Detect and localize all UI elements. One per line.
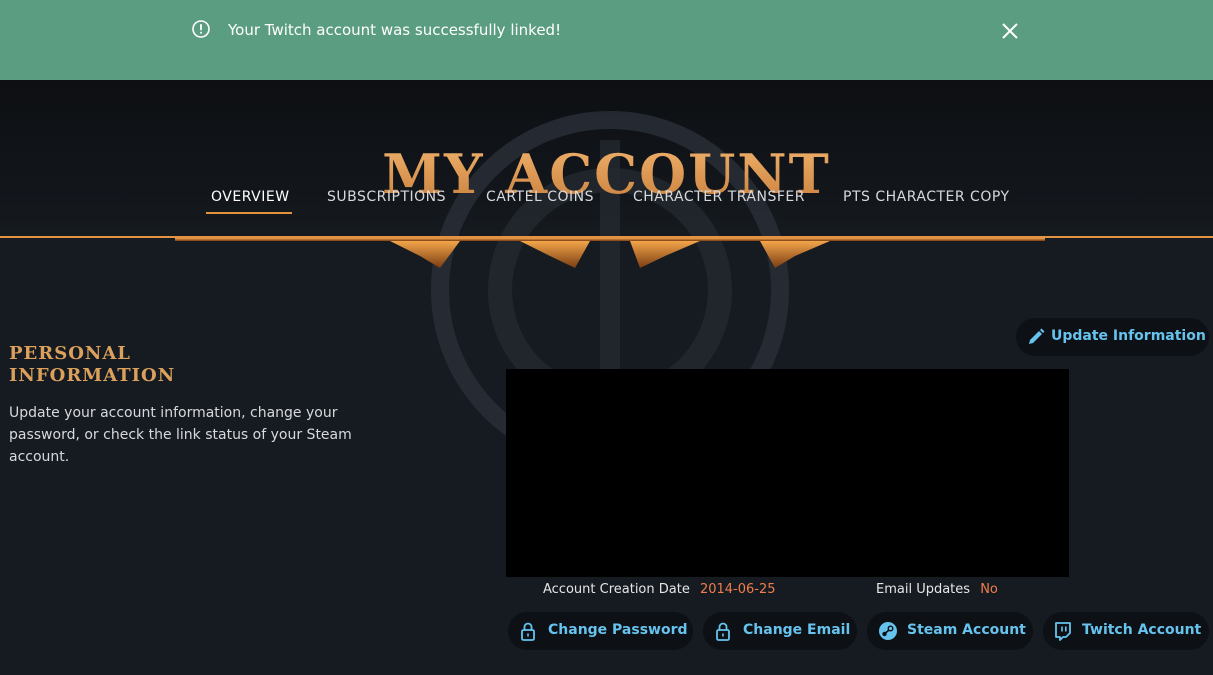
steam-icon xyxy=(879,622,897,640)
section-title: PERSONAL INFORMATION xyxy=(9,343,175,387)
lock-icon xyxy=(521,622,535,641)
header-ornament xyxy=(0,236,1213,268)
account-creation-date: Account Creation Date 2014-06-25 xyxy=(543,582,776,597)
account-creation-label: Account Creation Date xyxy=(543,582,690,597)
tab-subscriptions[interactable]: SUBSCRIPTIONS xyxy=(327,189,446,205)
tab-overview[interactable]: OVERVIEW xyxy=(211,189,290,205)
email-updates-label: Email Updates xyxy=(876,582,971,597)
close-icon[interactable] xyxy=(1000,21,1020,41)
banner-message: Your Twitch account was successfully lin… xyxy=(228,21,562,39)
twitch-icon xyxy=(1055,622,1071,641)
notification-banner: Your Twitch account was successfully lin… xyxy=(0,0,1213,80)
tab-cartel-coins[interactable]: CARTEL COINS xyxy=(486,189,594,205)
tab-pts-character-copy[interactable]: PTS CHARACTER COPY xyxy=(843,189,1010,205)
steam-account-label: Steam Account xyxy=(907,622,1026,638)
email-updates-value: No xyxy=(980,582,998,597)
alert-circle-icon xyxy=(192,20,210,38)
redacted-account-details xyxy=(506,369,1069,577)
change-email-button[interactable]: Change Email xyxy=(703,612,857,650)
email-updates: Email Updates No xyxy=(876,582,998,597)
account-creation-value: 2014-06-25 xyxy=(699,582,776,597)
twitch-account-button[interactable]: Twitch Account xyxy=(1043,612,1209,650)
section-title-line2: INFORMATION xyxy=(9,364,176,386)
update-information-button[interactable]: Update Information xyxy=(1016,318,1209,356)
tab-character-transfer[interactable]: CHARACTER TRANSFER xyxy=(633,189,805,205)
change-password-button[interactable]: Change Password xyxy=(508,612,693,650)
account-tabs: OVERVIEW SUBSCRIPTIONS CARTEL COINS CHAR… xyxy=(0,186,1213,216)
steam-account-button[interactable]: Steam Account xyxy=(867,612,1033,650)
pencil-icon xyxy=(1029,328,1045,344)
change-password-label: Change Password xyxy=(548,622,688,638)
section-description: Update your account information, change … xyxy=(9,405,352,465)
update-information-label: Update Information xyxy=(1051,328,1206,344)
active-tab-indicator xyxy=(206,212,292,214)
lock-icon xyxy=(716,622,730,641)
twitch-account-label: Twitch Account xyxy=(1082,622,1202,638)
change-email-label: Change Email xyxy=(743,622,851,638)
section-title-line1: PERSONAL xyxy=(9,342,131,364)
